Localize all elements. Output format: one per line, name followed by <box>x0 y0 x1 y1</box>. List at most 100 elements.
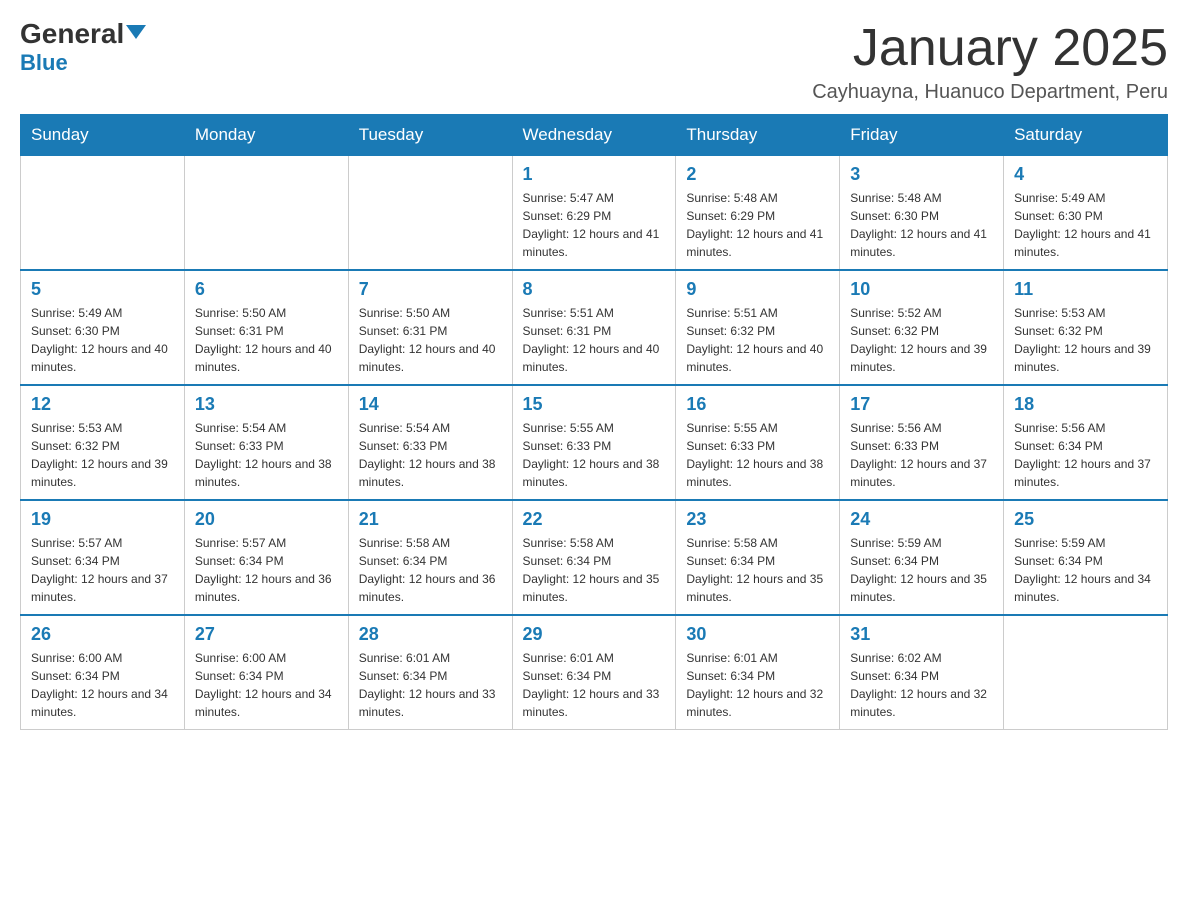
day-number: 20 <box>195 509 338 530</box>
day-info: Sunrise: 6:02 AMSunset: 6:34 PMDaylight:… <box>850 649 993 721</box>
calendar-week-row: 5 Sunrise: 5:49 AMSunset: 6:30 PMDaylight… <box>21 270 1168 385</box>
calendar-cell: 12Sunrise: 5:53 AMSunset: 6:32 PMDayligh… <box>21 385 185 500</box>
day-info: Sunrise: 5:57 AMSunset: 6:34 PMDaylight:… <box>195 534 338 606</box>
day-number: 4 <box>1014 164 1157 185</box>
page-header: General Blue January 2025 Cayhuayna, Hua… <box>20 20 1168 104</box>
calendar-cell <box>21 156 185 271</box>
calendar-cell: 8Sunrise: 5:51 AMSunset: 6:31 PMDaylight… <box>512 270 676 385</box>
calendar-cell: 24 Sunrise: 5:59 AMSunset: 6:34 PMDayligh… <box>840 500 1004 615</box>
calendar-cell: 23 Sunrise: 5:58 AMSunset: 6:34 PMDayligh… <box>676 500 840 615</box>
day-info: Sunrise: 5:58 AMSunset: 6:34 PMDaylight:… <box>523 534 666 606</box>
title-section: January 2025 Cayhuayna, Huanuco Departme… <box>812 20 1168 104</box>
calendar-cell <box>184 156 348 271</box>
calendar-cell: 6 Sunrise: 5:50 AMSunset: 6:31 PMDaylight… <box>184 270 348 385</box>
day-info: Sunrise: 5:58 AMSunset: 6:34 PMDaylight:… <box>359 534 502 606</box>
day-info: Sunrise: 6:01 AMSunset: 6:34 PMDaylight:… <box>686 649 829 721</box>
day-number: 26 <box>31 624 174 645</box>
day-number: 18 <box>1014 394 1157 415</box>
day-number: 22 <box>523 509 666 530</box>
calendar-cell: 30 Sunrise: 6:01 AMSunset: 6:34 PMDayligh… <box>676 615 840 730</box>
day-number: 13 <box>195 394 338 415</box>
day-info: Sunrise: 5:58 AMSunset: 6:34 PMDaylight:… <box>686 534 829 606</box>
day-number: 7 <box>359 279 502 300</box>
calendar-cell: 26 Sunrise: 6:00 AMSunset: 6:34 PMDayligh… <box>21 615 185 730</box>
day-number: 9 <box>686 279 829 300</box>
day-info: Sunrise: 5:47 AMSunset: 6:29 PMDaylight:… <box>523 189 666 261</box>
day-info: Sunrise: 5:48 AMSunset: 6:30 PMDaylight:… <box>850 189 993 261</box>
calendar-cell: 27 Sunrise: 6:00 AMSunset: 6:34 PMDayligh… <box>184 615 348 730</box>
calendar-cell: 28 Sunrise: 6:01 AMSunset: 6:34 PMDayligh… <box>348 615 512 730</box>
weekday-header-monday: Monday <box>184 115 348 156</box>
day-number: 19 <box>31 509 174 530</box>
day-number: 16 <box>686 394 829 415</box>
logo-triangle-icon <box>126 25 146 39</box>
day-number: 1 <box>523 164 666 185</box>
weekday-header-saturday: Saturday <box>1004 115 1168 156</box>
calendar-cell: 19 Sunrise: 5:57 AMSunset: 6:34 PMDayligh… <box>21 500 185 615</box>
calendar-week-row: 19 Sunrise: 5:57 AMSunset: 6:34 PMDayligh… <box>21 500 1168 615</box>
day-number: 15 <box>523 394 666 415</box>
day-number: 25 <box>1014 509 1157 530</box>
calendar-cell: 20 Sunrise: 5:57 AMSunset: 6:34 PMDayligh… <box>184 500 348 615</box>
weekday-header-wednesday: Wednesday <box>512 115 676 156</box>
day-info: Sunrise: 5:55 AMSunset: 6:33 PMDaylight:… <box>523 419 666 491</box>
day-info: Sunrise: 5:48 AMSunset: 6:29 PMDaylight:… <box>686 189 829 261</box>
day-info: Sunrise: 5:52 AMSunset: 6:32 PMDaylight:… <box>850 304 993 376</box>
day-number: 28 <box>359 624 502 645</box>
day-number: 6 <box>195 279 338 300</box>
day-info: Sunrise: 5:59 AMSunset: 6:34 PMDaylight:… <box>1014 534 1157 606</box>
weekday-header-thursday: Thursday <box>676 115 840 156</box>
calendar-cell: 15 Sunrise: 5:55 AMSunset: 6:33 PMDayligh… <box>512 385 676 500</box>
day-info: Sunrise: 6:01 AMSunset: 6:34 PMDaylight:… <box>359 649 502 721</box>
calendar-cell: 29 Sunrise: 6:01 AMSunset: 6:34 PMDayligh… <box>512 615 676 730</box>
calendar-cell: 1 Sunrise: 5:47 AMSunset: 6:29 PMDaylight… <box>512 156 676 271</box>
day-info: Sunrise: 6:00 AMSunset: 6:34 PMDaylight:… <box>31 649 174 721</box>
day-info: Sunrise: 5:53 AMSunset: 6:32 PMDaylight:… <box>1014 304 1157 376</box>
logo: General Blue <box>20 20 146 76</box>
day-info: Sunrise: 5:49 AMSunset: 6:30 PMDaylight:… <box>31 304 174 376</box>
calendar-week-row: 26 Sunrise: 6:00 AMSunset: 6:34 PMDayligh… <box>21 615 1168 730</box>
day-info: Sunrise: 5:56 AMSunset: 6:34 PMDaylight:… <box>1014 419 1157 491</box>
day-number: 30 <box>686 624 829 645</box>
calendar-cell: 18 Sunrise: 5:56 AMSunset: 6:34 PMDayligh… <box>1004 385 1168 500</box>
day-info: Sunrise: 5:50 AMSunset: 6:31 PMDaylight:… <box>359 304 502 376</box>
day-number: 2 <box>686 164 829 185</box>
calendar-week-row: 12Sunrise: 5:53 AMSunset: 6:32 PMDayligh… <box>21 385 1168 500</box>
day-number: 27 <box>195 624 338 645</box>
day-number: 10 <box>850 279 993 300</box>
calendar-cell: 10 Sunrise: 5:52 AMSunset: 6:32 PMDayligh… <box>840 270 1004 385</box>
day-info: Sunrise: 5:54 AMSunset: 6:33 PMDaylight:… <box>359 419 502 491</box>
calendar-cell: 9 Sunrise: 5:51 AMSunset: 6:32 PMDaylight… <box>676 270 840 385</box>
day-number: 24 <box>850 509 993 530</box>
calendar-cell: 17Sunrise: 5:56 AMSunset: 6:33 PMDayligh… <box>840 385 1004 500</box>
day-number: 11 <box>1014 279 1157 300</box>
calendar-cell: 21 Sunrise: 5:58 AMSunset: 6:34 PMDayligh… <box>348 500 512 615</box>
calendar-cell: 5 Sunrise: 5:49 AMSunset: 6:30 PMDaylight… <box>21 270 185 385</box>
day-info: Sunrise: 5:51 AMSunset: 6:32 PMDaylight:… <box>686 304 829 376</box>
calendar-cell: 31 Sunrise: 6:02 AMSunset: 6:34 PMDayligh… <box>840 615 1004 730</box>
weekday-header-friday: Friday <box>840 115 1004 156</box>
day-info: Sunrise: 5:54 AMSunset: 6:33 PMDaylight:… <box>195 419 338 491</box>
calendar-cell: 11 Sunrise: 5:53 AMSunset: 6:32 PMDayligh… <box>1004 270 1168 385</box>
calendar-cell: 14Sunrise: 5:54 AMSunset: 6:33 PMDayligh… <box>348 385 512 500</box>
calendar-cell: 3Sunrise: 5:48 AMSunset: 6:30 PMDaylight… <box>840 156 1004 271</box>
day-number: 23 <box>686 509 829 530</box>
day-info: Sunrise: 6:01 AMSunset: 6:34 PMDaylight:… <box>523 649 666 721</box>
day-number: 29 <box>523 624 666 645</box>
calendar-cell: 2 Sunrise: 5:48 AMSunset: 6:29 PMDaylight… <box>676 156 840 271</box>
day-info: Sunrise: 5:55 AMSunset: 6:33 PMDaylight:… <box>686 419 829 491</box>
weekday-header-row: SundayMondayTuesdayWednesdayThursdayFrid… <box>21 115 1168 156</box>
day-info: Sunrise: 5:59 AMSunset: 6:34 PMDaylight:… <box>850 534 993 606</box>
day-info: Sunrise: 5:57 AMSunset: 6:34 PMDaylight:… <box>31 534 174 606</box>
day-number: 21 <box>359 509 502 530</box>
calendar-cell: 4Sunrise: 5:49 AMSunset: 6:30 PMDaylight… <box>1004 156 1168 271</box>
calendar-cell: 7 Sunrise: 5:50 AMSunset: 6:31 PMDaylight… <box>348 270 512 385</box>
logo-blue-text: Blue <box>20 50 68 76</box>
day-info: Sunrise: 6:00 AMSunset: 6:34 PMDaylight:… <box>195 649 338 721</box>
calendar-cell <box>1004 615 1168 730</box>
day-info: Sunrise: 5:50 AMSunset: 6:31 PMDaylight:… <box>195 304 338 376</box>
day-number: 5 <box>31 279 174 300</box>
calendar-cell: 13 Sunrise: 5:54 AMSunset: 6:33 PMDayligh… <box>184 385 348 500</box>
day-number: 31 <box>850 624 993 645</box>
day-info: Sunrise: 5:56 AMSunset: 6:33 PMDaylight:… <box>850 419 993 491</box>
